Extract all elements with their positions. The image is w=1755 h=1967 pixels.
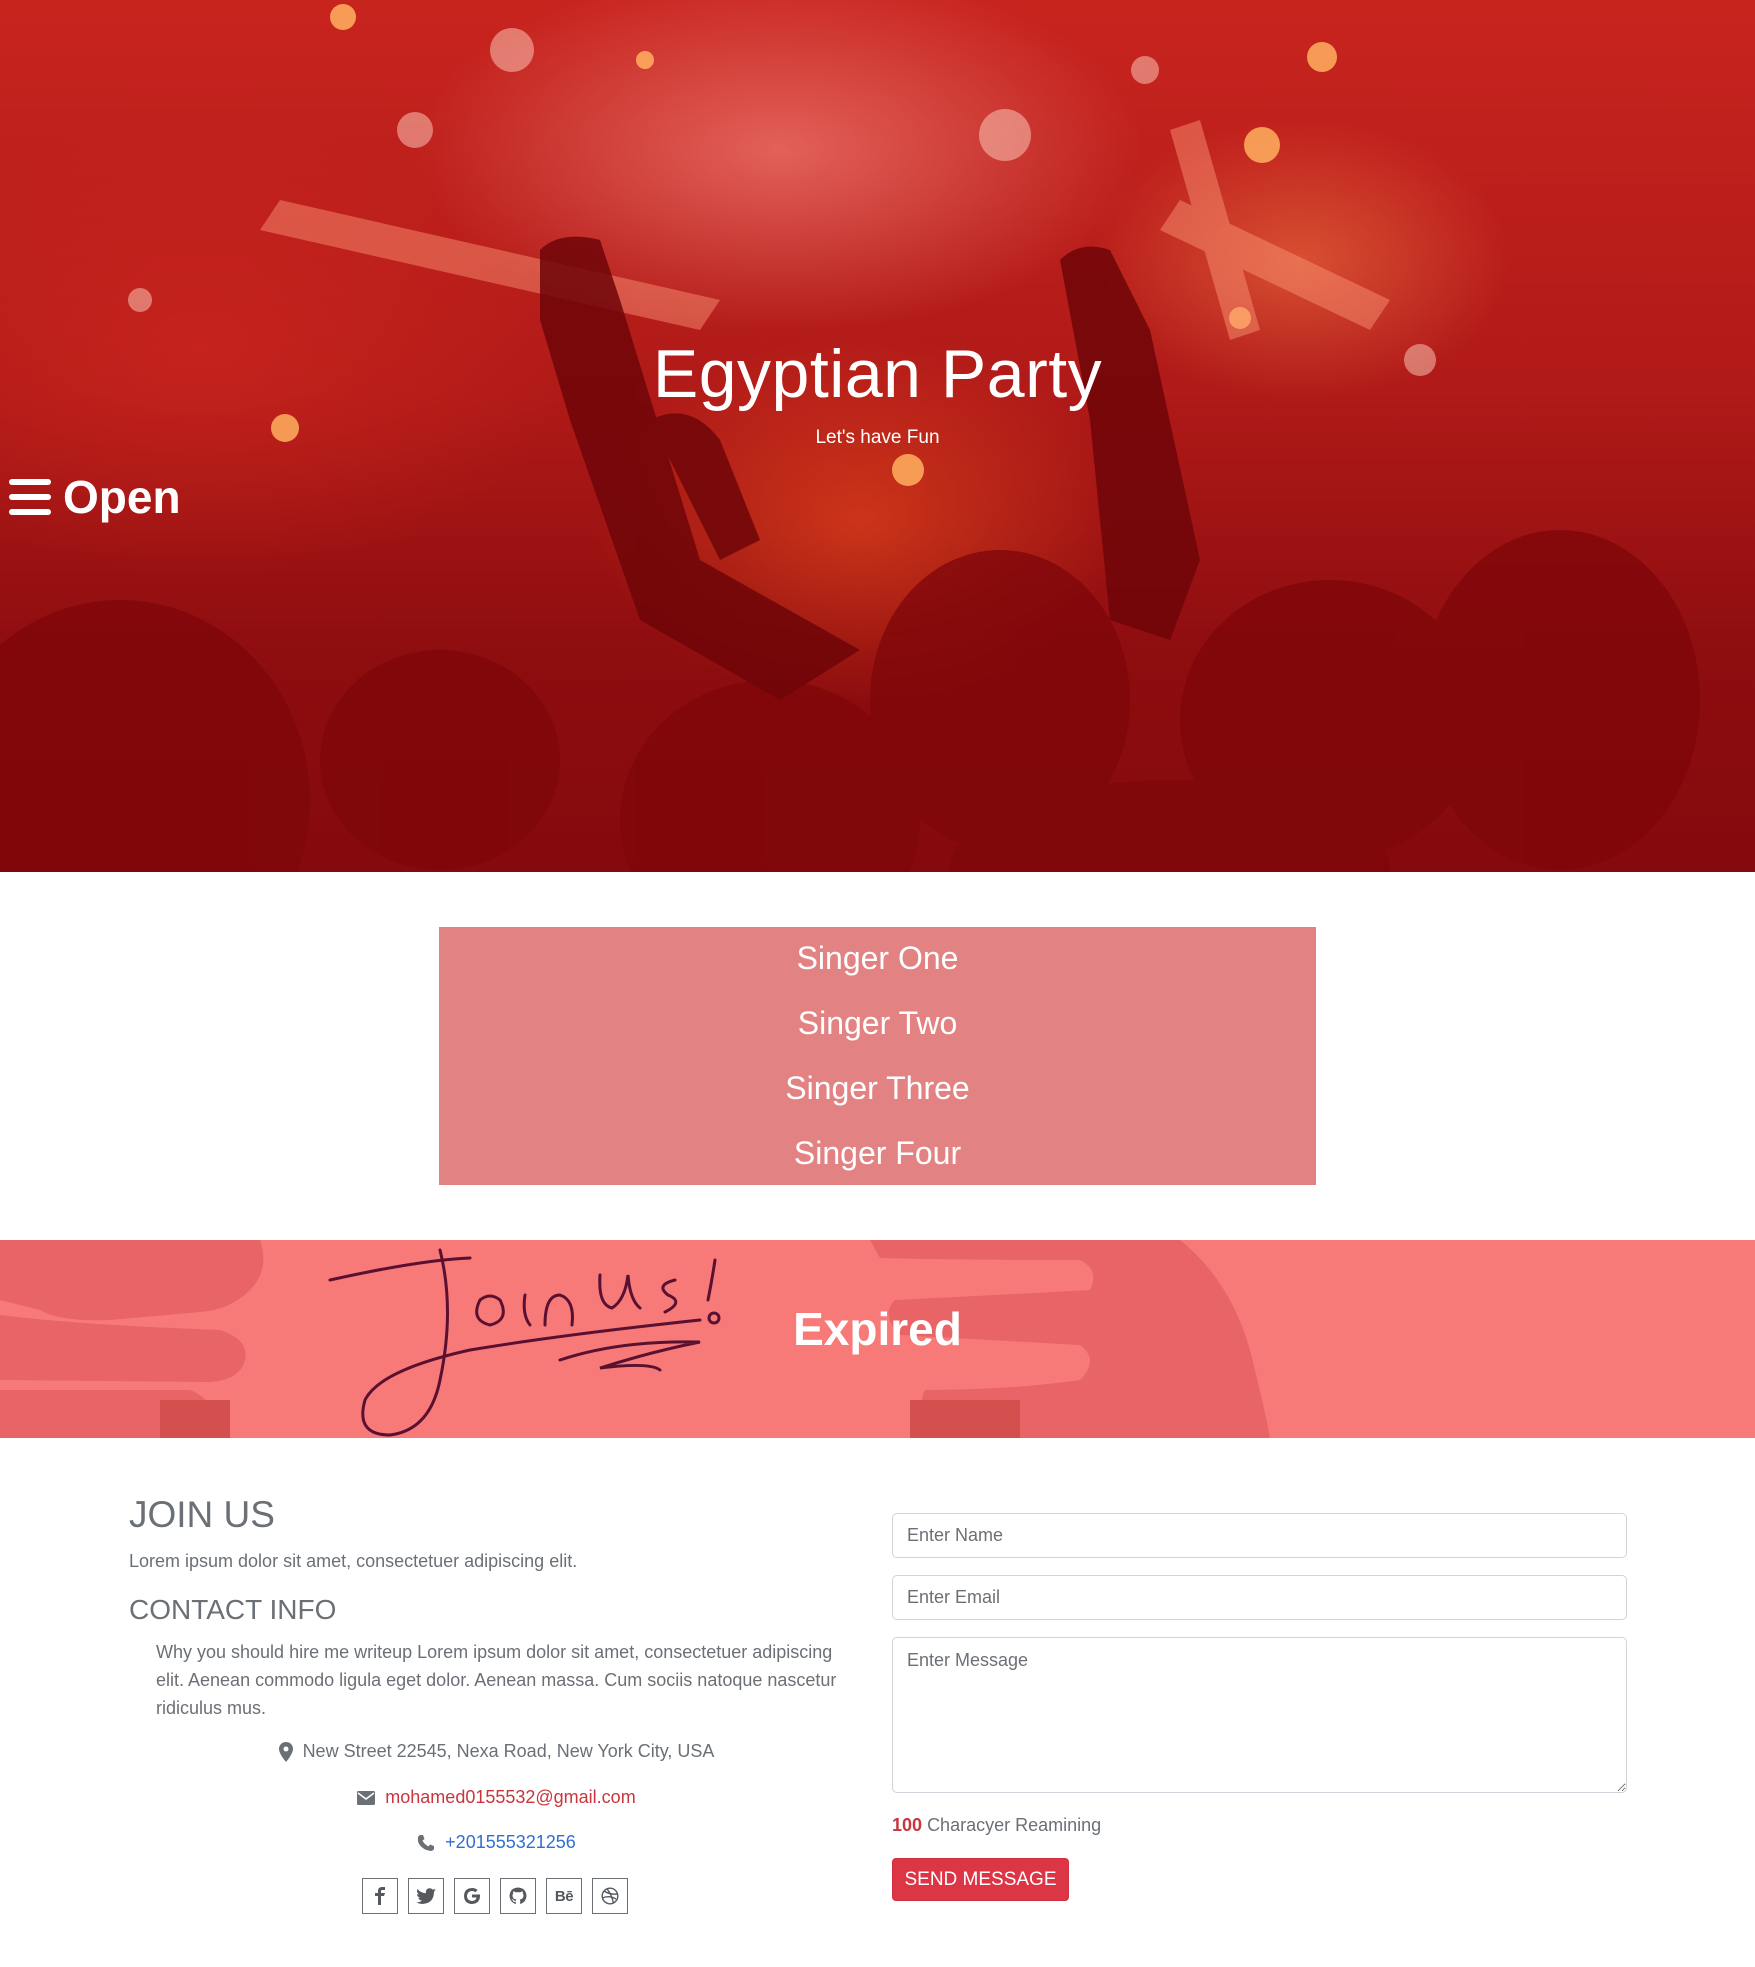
google-icon[interactable] [454,1878,490,1914]
character-counter: 100 Characyer Reamining [892,1815,1101,1836]
contact-info-text: Why you should hire me writeup Lorem ips… [156,1642,837,1718]
social-links: Bē [362,1878,628,1914]
join-us-text: Lorem ipsum dolor sit amet, consectetuer… [129,1551,578,1571]
open-menu-label: Open [63,471,181,523]
phone-icon [418,1834,435,1851]
open-menu-button[interactable]: Open [9,474,181,520]
email-link[interactable]: mohamed0155532@gmail.com [385,1787,635,1808]
email-input[interactable] [892,1575,1627,1620]
singer-item-one[interactable]: Singer One [797,926,959,991]
dribbble-icon[interactable] [592,1878,628,1914]
hero-title: Egyptian Party [652,336,1103,412]
hamburger-icon [9,479,51,515]
hero-section: Egyptian Party Let's have Fun Open [0,0,1755,872]
map-marker-icon [278,1741,293,1762]
phone-line: +201555321256 [129,1832,864,1853]
singers-accordion: Singer One Singer Two Singer Three Singe… [439,927,1316,1185]
github-icon[interactable] [500,1878,536,1914]
facebook-icon[interactable] [362,1878,398,1914]
message-textarea[interactable] [892,1637,1627,1793]
hero-subtitle: Let's have Fun [815,427,940,448]
character-count: 100 [892,1815,923,1835]
phone-link[interactable]: +201555321256 [445,1832,576,1853]
singer-item-three[interactable]: Singer Three [785,1056,969,1121]
envelope-icon [357,1790,376,1805]
singer-item-two[interactable]: Singer Two [798,991,958,1056]
address-line: New Street 22545, Nexa Road, New York Ci… [129,1741,864,1762]
address-text: New Street 22545, Nexa Road, New York Ci… [302,1741,715,1761]
character-count-label: Characyer Reamining [927,1815,1102,1835]
name-input[interactable] [892,1513,1627,1558]
twitter-icon[interactable] [408,1878,444,1914]
behance-icon[interactable]: Bē [546,1878,582,1914]
singer-item-four[interactable]: Singer Four [794,1121,961,1186]
email-line: mohamed0155532@gmail.com [129,1787,864,1808]
send-message-button[interactable]: SEND MESSAGE [892,1858,1069,1901]
expired-status: Expired [793,1303,962,1355]
contact-info-heading: CONTACT INFO [129,1594,337,1625]
join-us-heading: JOIN US [129,1494,275,1535]
